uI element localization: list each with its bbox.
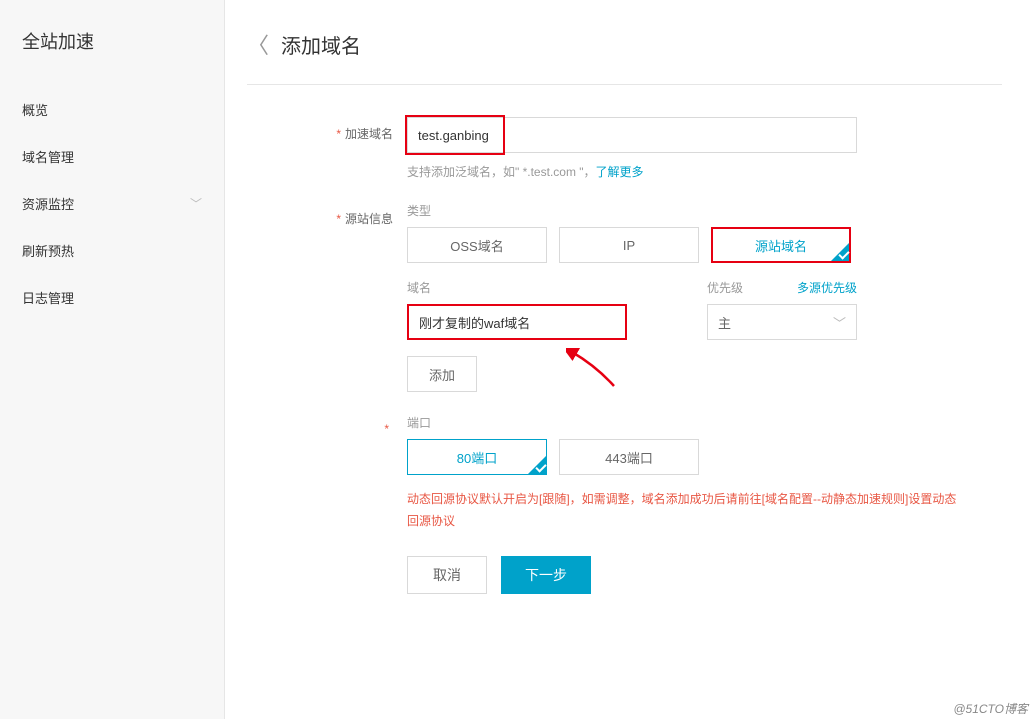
origin-type-label: 类型 bbox=[407, 202, 967, 219]
row-origin: *源站信息 类型 OSS域名 IP 源站域名 域名 bbox=[247, 202, 1034, 392]
port-label: 端口 bbox=[407, 414, 967, 431]
priority-selected-value: 主 bbox=[718, 313, 731, 332]
sidebar-item-overview[interactable]: 概览 bbox=[0, 86, 224, 133]
chevron-down-icon: ﹀ bbox=[190, 195, 202, 212]
main-content: 〈 添加域名 *加速域名 支持添加泛域名，如" *.test.com "，了解更… bbox=[225, 0, 1034, 719]
sidebar-item-label: 刷新预热 bbox=[22, 241, 74, 260]
required-icon: * bbox=[336, 127, 341, 141]
row-port: * 端口 80端口 443端口 动态回源协议默认开启为[跟随]，如需调整，域名添… bbox=[247, 414, 1034, 594]
cancel-button[interactable]: 取消 bbox=[407, 556, 487, 594]
learn-more-link[interactable]: 了解更多 bbox=[596, 165, 644, 179]
accel-domain-input[interactable] bbox=[407, 117, 857, 153]
port-80-button[interactable]: 80端口 bbox=[407, 439, 547, 475]
page-header: 〈 添加域名 bbox=[247, 28, 1002, 85]
sidebar-item-refresh[interactable]: 刷新预热 bbox=[0, 227, 224, 274]
watermark: @51CTO博客 bbox=[953, 700, 1028, 717]
priority-label: 优先级 bbox=[707, 279, 743, 296]
label-origin: *源站信息 bbox=[247, 202, 407, 392]
page-title: 添加域名 bbox=[281, 30, 361, 59]
priority-select[interactable]: 主 ﹀ bbox=[707, 304, 857, 340]
sidebar: 全站加速 概览 域名管理 资源监控 ﹀ 刷新预热 日志管理 bbox=[0, 0, 225, 719]
origin-domain-label: 域名 bbox=[407, 279, 687, 296]
multi-origin-link[interactable]: 多源优先级 bbox=[797, 279, 857, 296]
selected-mark-icon bbox=[831, 243, 849, 261]
origin-type-ip[interactable]: IP bbox=[559, 227, 699, 263]
origin-type-oss[interactable]: OSS域名 bbox=[407, 227, 547, 263]
sidebar-title: 全站加速 bbox=[0, 0, 224, 86]
port-443-button[interactable]: 443端口 bbox=[559, 439, 699, 475]
label-port: * bbox=[247, 414, 407, 594]
required-icon: * bbox=[336, 212, 341, 226]
back-icon[interactable]: 〈 bbox=[247, 28, 269, 60]
sidebar-item-label: 日志管理 bbox=[22, 288, 74, 307]
sidebar-item-label: 概览 bbox=[22, 100, 48, 119]
sidebar-item-log[interactable]: 日志管理 bbox=[0, 274, 224, 321]
accel-domain-help: 支持添加泛域名，如" *.test.com "，了解更多 bbox=[407, 163, 967, 180]
label-accel-domain: *加速域名 bbox=[247, 117, 407, 180]
selected-mark-icon bbox=[528, 456, 546, 474]
origin-type-domain[interactable]: 源站域名 bbox=[711, 227, 851, 263]
port-warning: 动态回源协议默认开启为[跟随]，如需调整，域名添加成功后请前往[域名配置--动静… bbox=[407, 489, 967, 532]
sidebar-item-label: 域名管理 bbox=[22, 147, 74, 166]
sidebar-item-label: 资源监控 bbox=[22, 194, 74, 213]
sidebar-item-resource[interactable]: 资源监控 ﹀ bbox=[0, 180, 224, 227]
row-accel-domain: *加速域名 支持添加泛域名，如" *.test.com "，了解更多 bbox=[247, 117, 1034, 180]
sidebar-item-domain[interactable]: 域名管理 bbox=[0, 133, 224, 180]
next-button[interactable]: 下一步 bbox=[501, 556, 591, 594]
origin-domain-input[interactable] bbox=[407, 304, 627, 340]
add-origin-button[interactable]: 添加 bbox=[407, 356, 477, 392]
required-icon: * bbox=[384, 422, 389, 436]
chevron-down-icon: ﹀ bbox=[833, 313, 846, 332]
